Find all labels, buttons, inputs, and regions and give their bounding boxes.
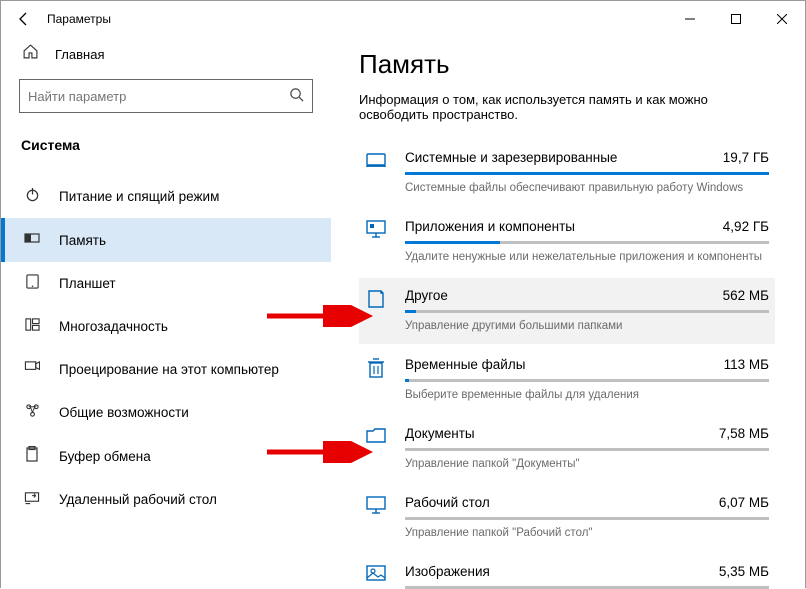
- category-size: 7,58 МБ: [719, 426, 769, 441]
- project-icon: [23, 360, 41, 379]
- category-desktop[interactable]: Рабочий стол 6,07 МБ Управление папкой "Ра…: [359, 485, 775, 551]
- desktop-icon: [365, 496, 387, 539]
- nav-label: Питание и спящий режим: [59, 189, 219, 204]
- category-body: Временные файлы 113 МБ Выберите временные …: [405, 357, 769, 401]
- nav-item-truncated[interactable]: [1, 163, 331, 175]
- category-head: Другое 562 МБ: [405, 288, 769, 303]
- category-name: Изображения: [405, 564, 490, 579]
- clipboard-icon: [23, 446, 41, 466]
- category-size: 19,7 ГБ: [723, 150, 769, 165]
- content: Главная Система Питание и спящий режим П…: [1, 37, 805, 589]
- category-name: Рабочий стол: [405, 495, 490, 510]
- close-button[interactable]: [759, 1, 805, 37]
- remote-icon: [23, 490, 41, 509]
- category-name: Приложения и компоненты: [405, 219, 575, 234]
- annotation-arrow-1: [265, 305, 375, 327]
- category-size: 5,35 МБ: [719, 564, 769, 579]
- category-temp[interactable]: Временные файлы 113 МБ Выберите временные …: [359, 347, 775, 413]
- search-icon: [289, 87, 304, 105]
- titlebar: Параметры: [1, 1, 805, 37]
- category-head: Рабочий стол 6,07 МБ: [405, 495, 769, 510]
- category-desc: Управление папкой "Рабочий стол": [405, 527, 769, 539]
- category-desc: Выберите временные файлы для удаления: [405, 389, 769, 401]
- category-body: Изображения 5,35 МБ: [405, 564, 769, 589]
- category-name: Временные файлы: [405, 357, 525, 372]
- category-size: 113 МБ: [724, 357, 769, 372]
- category-size: 562 МБ: [723, 288, 769, 303]
- home-icon: [21, 43, 39, 65]
- shared-icon: [23, 403, 41, 422]
- nav-label: Удаленный рабочий стол: [59, 492, 217, 507]
- category-name: Другое: [405, 288, 448, 303]
- category-head: Временные файлы 113 МБ: [405, 357, 769, 372]
- window-title: Параметры: [47, 12, 111, 26]
- tablet-icon: [23, 274, 41, 293]
- category-system[interactable]: Системные и зарезервированные19,7 ГБСист…: [359, 140, 775, 206]
- nav-item-shared[interactable]: Общие возможности: [1, 391, 331, 434]
- nav-item-remote[interactable]: Удаленный рабочий стол: [1, 478, 331, 521]
- category-documents[interactable]: Документы 7,58 МБ Управление папкой "Докум…: [359, 416, 775, 482]
- nav-label: Многозадачность: [59, 319, 168, 334]
- nav-label: Проецирование на этот компьютер: [59, 362, 279, 377]
- category-head: Документы 7,58 МБ: [405, 426, 769, 441]
- category-head: Системные и зарезервированные 19,7 ГБ: [405, 150, 769, 165]
- nav-item-power[interactable]: Питание и спящий режим: [1, 175, 331, 218]
- category-images[interactable]: Изображения 5,35 МБ: [359, 554, 775, 589]
- nav-item-tablet[interactable]: Планшет: [1, 262, 331, 305]
- category-head: Приложения и компоненты 4,92 ГБ: [405, 219, 769, 234]
- maximize-button[interactable]: [713, 1, 759, 37]
- trash-icon: [365, 358, 387, 401]
- home-link[interactable]: Главная: [1, 37, 331, 79]
- section-header: Система: [1, 131, 331, 163]
- nav-label: Память: [59, 233, 106, 248]
- nav-label: Буфер обмена: [59, 449, 151, 464]
- category-bar: [405, 172, 769, 175]
- category-apps[interactable]: Приложения и компоненты 4,92 ГБ Удалите не…: [359, 209, 775, 275]
- search-input[interactable]: [28, 89, 289, 104]
- titlebar-left: Параметры: [1, 1, 111, 37]
- category-body: Документы 7,58 МБ Управление папкой "Докум…: [405, 426, 769, 470]
- image-icon: [365, 565, 387, 589]
- category-desc: Управление другими большими папками: [405, 320, 769, 332]
- category-body: Другое 562 МБ Управление другими большими …: [405, 288, 769, 332]
- category-desc: Управление папкой "Документы": [405, 458, 769, 470]
- category-name: Документы: [405, 426, 475, 441]
- search-box[interactable]: [19, 79, 313, 113]
- category-bar: [405, 517, 769, 520]
- category-bar: [405, 379, 769, 382]
- category-size: 4,92 ГБ: [723, 219, 769, 234]
- multitask-icon: [23, 317, 41, 336]
- back-button[interactable]: [1, 1, 47, 37]
- category-bar: [405, 241, 769, 244]
- category-body: Рабочий стол 6,07 МБ Управление папкой "Ра…: [405, 495, 769, 539]
- page-subtitle: Информация о том, как используется памят…: [359, 92, 775, 122]
- storage-icon: [23, 230, 41, 250]
- category-bar: [405, 448, 769, 451]
- page-title: Память: [359, 49, 775, 80]
- category-size: 6,07 МБ: [719, 495, 769, 510]
- power-icon: [23, 187, 41, 206]
- category-desc: Системные файлы обеспечивают правильную …: [405, 182, 769, 194]
- laptop-icon: [365, 151, 387, 194]
- nav-label: Планшет: [59, 276, 116, 291]
- home-label: Главная: [55, 47, 104, 62]
- nav-item-project[interactable]: Проецирование на этот компьютер: [1, 348, 331, 391]
- annotation-arrow-2: [265, 441, 375, 463]
- category-bar: [405, 310, 769, 313]
- category-head: Изображения 5,35 МБ: [405, 564, 769, 579]
- nav-list: Питание и спящий режим Память Планшет Мн…: [1, 163, 331, 521]
- category-body: Приложения и компоненты 4,92 ГБ Удалите не…: [405, 219, 769, 263]
- category-body: Системные и зарезервированные19,7 ГБСист…: [405, 150, 769, 194]
- category-desc: Удалите ненужные или нежелательные прило…: [405, 251, 769, 263]
- category-other[interactable]: Другое 562 МБ Управление другими большими …: [359, 278, 775, 344]
- window-controls: [667, 1, 805, 37]
- nav-item-storage[interactable]: Память: [1, 218, 331, 262]
- nav-label: Общие возможности: [59, 405, 189, 420]
- monitor-apps-icon: [365, 220, 387, 263]
- main-panel: Память Информация о том, как используетс…: [331, 37, 805, 589]
- category-name: Системные и зарезервированные: [405, 150, 617, 165]
- minimize-button[interactable]: [667, 1, 713, 37]
